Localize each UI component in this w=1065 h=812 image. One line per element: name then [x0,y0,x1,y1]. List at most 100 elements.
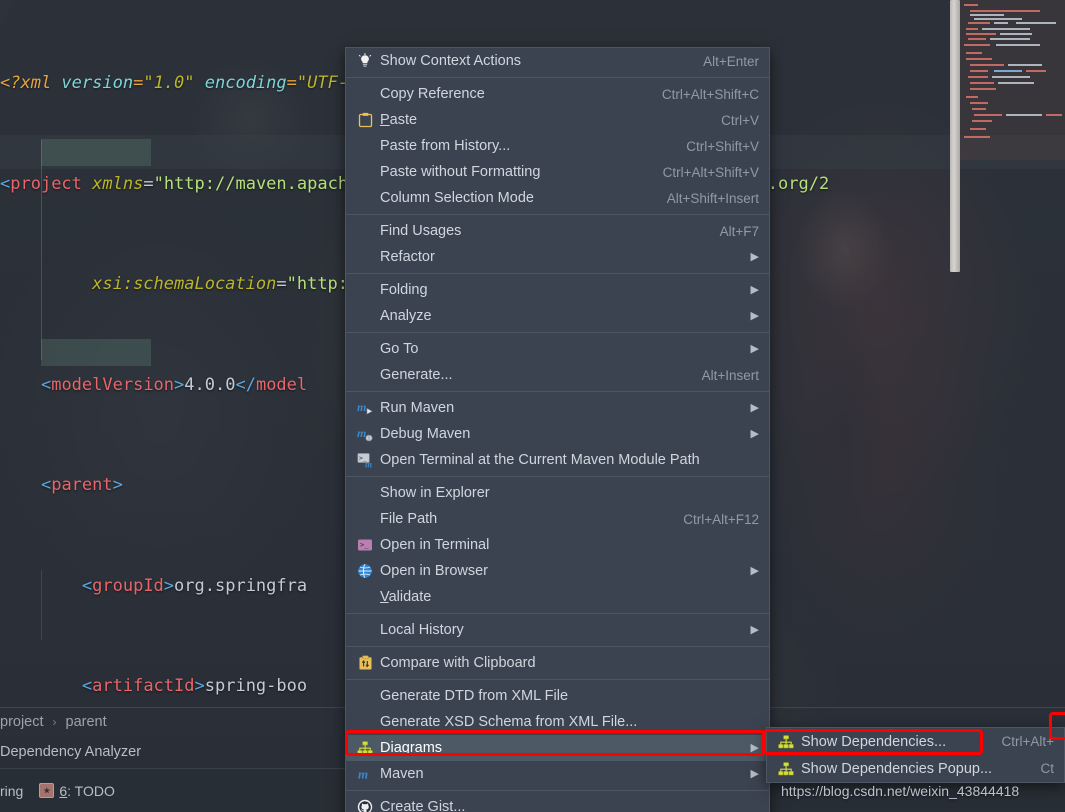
no-icon [354,713,376,731]
diagram-icon [354,739,376,757]
chevron-right-icon: ▶ [750,564,759,577]
editor-scrollbar-thumb[interactable] [950,0,960,272]
menu-item-file-path[interactable]: File Path Ctrl+Alt+F12 [346,506,769,532]
menu-accel: Ctrl+Shift+V [686,138,759,154]
menu-item-generate[interactable]: Generate... Alt+Insert [346,362,769,388]
menu-label-rest: aste [389,112,418,128]
menu-label: Validate [380,589,432,605]
menu-item-create-gist[interactable]: Create Gist... [346,794,769,812]
maven-run-icon: m [354,399,376,417]
ide-window: <?xml version="1.0" encoding="UTF-8" ?> … [0,0,1065,812]
menu-separator-4 [346,332,769,333]
menu-label: Go To [380,341,419,357]
code-minimap[interactable] [960,0,1065,160]
menu-label-rest: alidate [388,589,432,605]
github-icon [354,798,376,812]
no-icon [354,687,376,705]
menu-item-column-selection-mode[interactable]: Column Selection Mode Alt+Shift+Insert [346,185,769,211]
menu-item-generate-xsd-schema-from-xml[interactable]: Generate XSD Schema from XML File... [346,709,769,735]
menu-separator-8 [346,646,769,647]
breadcrumb-item-project[interactable]: project [0,714,44,730]
menu-item-show-context-actions[interactable]: Show Context Actions Alt+Enter [346,48,769,74]
menu-item-open-in-browser[interactable]: Open in Browser ▶ [346,558,769,584]
menu-accel: Ctrl+Alt+F12 [683,511,759,527]
menu-accel: Alt+Shift+Insert [666,190,759,206]
menu-label: Show in Explorer [380,485,490,501]
menu-accel: Ctrl+Alt+Shift+V [662,164,759,180]
menu-item-find-usages[interactable]: Find Usages Alt+F7 [346,218,769,244]
no-icon [354,85,376,103]
submenu-item-show-dependencies[interactable]: Show Dependencies... Ctrl+Alt+ [767,728,1064,755]
svg-text:m: m [357,400,366,414]
no-icon [354,248,376,266]
breadcrumb-item-parent[interactable]: parent [66,714,107,730]
maven-debug-icon: m [354,425,376,443]
menu-label: Open in Browser [380,563,745,579]
menu-separator-5 [346,391,769,392]
menu-accel: Alt+F7 [719,223,759,239]
menu-separator-7 [346,613,769,614]
menu-item-paste-without-formatting[interactable]: Paste without Formatting Ctrl+Alt+Shift+… [346,159,769,185]
menu-label: Folding [380,282,428,298]
menu-label: Generate... [380,367,453,383]
menu-item-analyze[interactable]: Analyze ▶ [346,303,769,329]
breadcrumb-separator: › [52,715,57,729]
chevron-right-icon: ▶ [750,623,759,636]
chevron-right-icon: ▶ [750,283,759,296]
status-left-label[interactable]: ring [0,783,23,799]
chevron-right-icon: ▶ [750,427,759,440]
menu-label: Paste without Formatting [380,164,541,180]
menu-item-local-history[interactable]: Local History ▶ [346,617,769,643]
menu-item-open-in-terminal[interactable]: >_ Open in Terminal [346,532,769,558]
menu-item-copy-reference[interactable]: Copy Reference Ctrl+Alt+Shift+C [346,81,769,107]
menu-item-validate[interactable]: Validate [346,584,769,610]
menu-item-go-to[interactable]: Go To ▶ [346,336,769,362]
compare-clipboard-icon [354,654,376,672]
menu-separator-1 [346,77,769,78]
menu-label: Refactor [380,249,435,265]
menu-label: Find Usages [380,223,462,239]
menu-separator-6 [346,476,769,477]
menu-label: Local History [380,622,464,638]
menu-item-maven[interactable]: m Maven ▶ [346,761,769,787]
maven-icon: m [354,765,376,783]
menu-item-generate-dtd-from-xml[interactable]: Generate DTD from XML File [346,683,769,709]
submenu-label: Show Dependencies Popup... [801,760,993,777]
menu-label: Debug Maven [380,426,471,442]
chevron-right-icon: ▶ [750,342,759,355]
menu-label-text: Open in Browser [380,563,488,579]
menu-item-paste[interactable]: Paste Ctrl+V [346,107,769,133]
terminal-icon: >_ [354,536,376,554]
chevron-right-icon: ▶ [750,767,759,780]
globe-icon [354,562,376,580]
menu-item-show-in-explorer[interactable]: Show in Explorer [346,480,769,506]
menu-accel: Ctrl+V [721,112,759,128]
status-todo[interactable]: 6 : TODO [39,783,115,799]
menu-item-folding[interactable]: Folding ▶ [346,277,769,303]
menu-item-open-terminal-maven-module[interactable]: >_ m Open Terminal at the Current Maven … [346,447,769,473]
menu-label: Diagrams [380,740,443,756]
diagrams-submenu[interactable]: Show Dependencies... Ctrl+Alt+ Show Depe… [766,727,1065,783]
menu-item-refactor[interactable]: Refactor ▶ [346,244,769,270]
chevron-right-icon: ▶ [750,741,759,754]
menu-separator-2 [346,214,769,215]
menu-item-paste-from-history[interactable]: Paste from History... Ctrl+Shift+V [346,133,769,159]
menu-label: Create Gist... [380,799,466,812]
menu-label: Copy Reference [380,86,485,102]
no-icon [354,588,376,606]
menu-label: Paste [380,112,418,128]
no-icon [354,163,376,181]
menu-item-debug-maven[interactable]: m Debug Maven ▶ [346,421,769,447]
menu-item-run-maven[interactable]: m Run Maven ▶ [346,395,769,421]
no-icon [354,137,376,155]
menu-accel: Alt+Enter [703,53,759,69]
no-icon [354,340,376,358]
editor-context-menu[interactable]: Show Context Actions Alt+Enter Copy Refe… [345,47,770,812]
submenu-item-show-dependencies-popup[interactable]: Show Dependencies Popup... Ct [767,755,1064,782]
menu-label: Run Maven [380,400,455,416]
menu-item-compare-with-clipboard[interactable]: Compare with Clipboard [346,650,769,676]
menu-separator-3 [346,273,769,274]
menu-item-diagrams[interactable]: Diagrams ▶ [346,735,769,761]
no-icon [354,621,376,639]
menu-label: Analyze [380,308,432,324]
